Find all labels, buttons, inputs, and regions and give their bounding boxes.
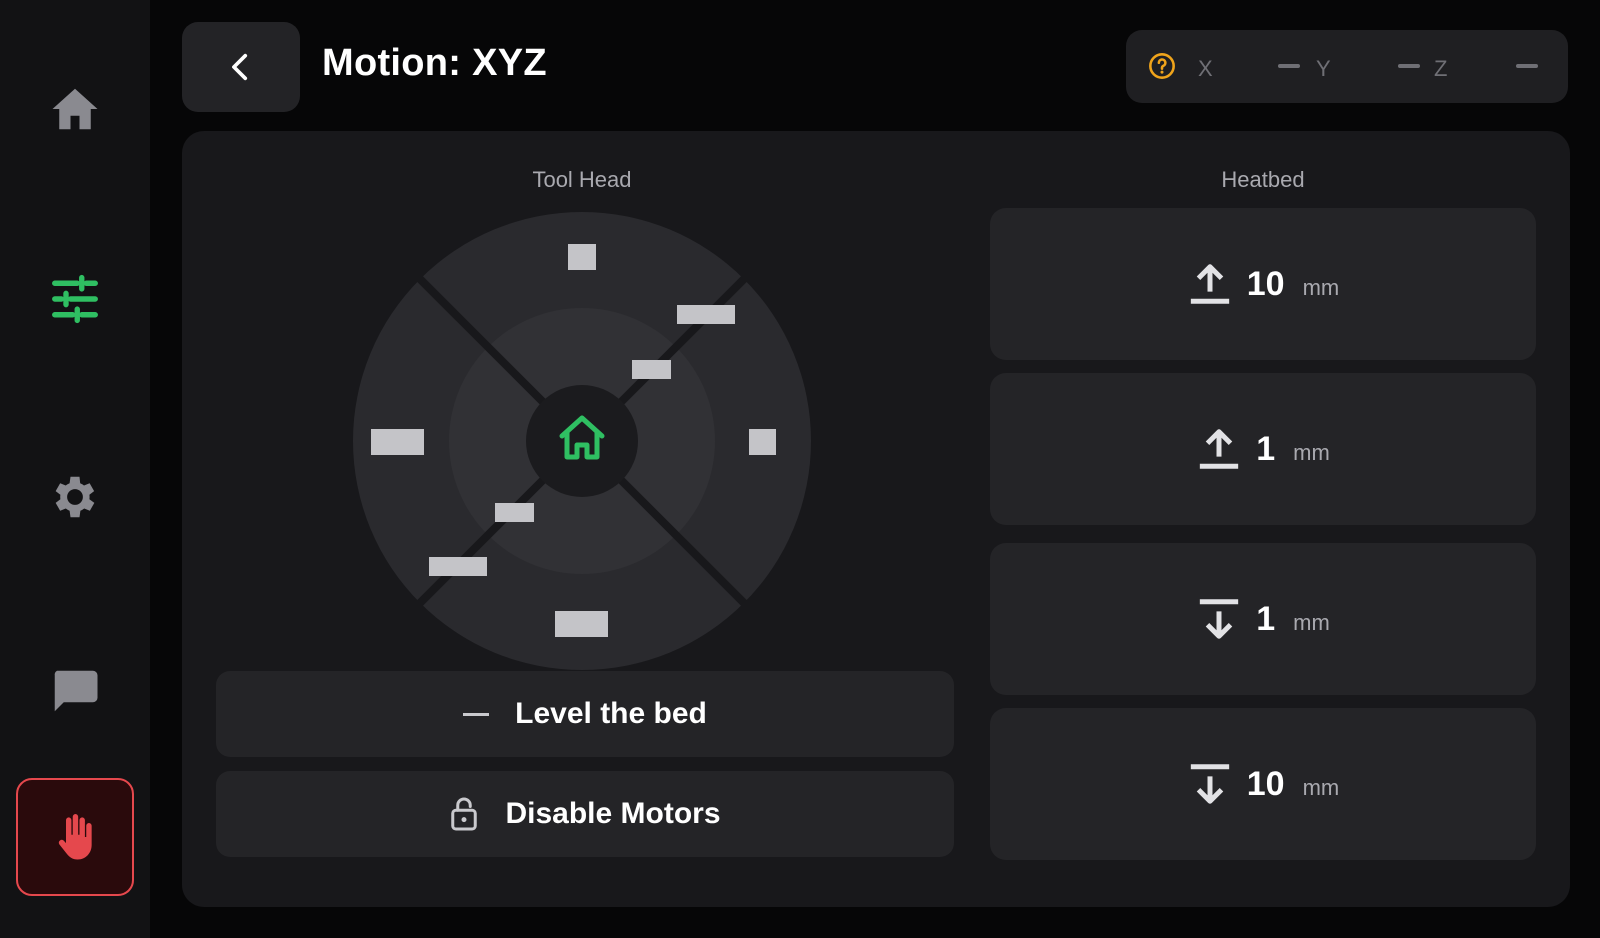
toolhead-dpad — [353, 212, 811, 670]
x-value-placeholder — [1278, 64, 1300, 68]
gear-icon — [55, 476, 95, 518]
sidebar — [0, 0, 150, 938]
chevron-left-icon — [232, 53, 248, 81]
bed-step-value: 10 — [1246, 264, 1285, 303]
emergency-stop-button[interactable] — [16, 778, 134, 896]
bed-step-unit: mm — [1293, 440, 1330, 465]
level-bed-button[interactable]: Level the bed — [216, 671, 954, 757]
bed-step-value: 1 — [1256, 429, 1276, 468]
arrow-down-from-line-icon — [1190, 764, 1229, 804]
z-axis-label: Z — [1434, 56, 1448, 81]
sidebar-item-settings[interactable] — [16, 438, 134, 556]
bed-down-10-button[interactable]: 10 mm — [990, 708, 1536, 860]
arrow-down-from-line-icon — [1200, 599, 1239, 639]
y-axis-label: Y — [1316, 56, 1331, 81]
move-y-plus-large-button[interactable] — [568, 244, 596, 270]
move-x-minus-large-button[interactable] — [371, 429, 424, 455]
bed-down-1-button[interactable]: 1 mm — [990, 543, 1536, 695]
move-y-minus-large-button[interactable] — [555, 611, 608, 637]
bed-step-unit: mm — [1302, 775, 1340, 800]
arrow-up-to-line-icon — [1200, 429, 1239, 469]
sidebar-item-home[interactable] — [16, 50, 134, 168]
bed-step-value: 10 — [1246, 764, 1285, 803]
move-large-button[interactable] — [429, 557, 487, 576]
sliders-icon — [52, 274, 98, 324]
position-status[interactable]: X Y Z — [1126, 30, 1568, 103]
bed-up-10-button[interactable]: 10 mm — [990, 208, 1536, 360]
bed-step-unit: mm — [1302, 275, 1340, 300]
bed-step-unit: mm — [1293, 610, 1330, 635]
arrow-up-to-line-icon — [1190, 264, 1229, 304]
disable-motors-button[interactable]: Disable Motors — [216, 771, 954, 857]
chat-icon — [54, 670, 98, 712]
move-diagonal-large-button[interactable] — [677, 305, 735, 324]
level-bed-label: Level the bed — [515, 697, 707, 730]
page-title: Motion: XYZ — [322, 42, 547, 84]
home-icon — [52, 88, 98, 130]
heatbed-label: Heatbed — [1221, 167, 1305, 192]
hand-stop-icon — [58, 814, 92, 860]
disable-motors-label: Disable Motors — [505, 797, 721, 830]
sidebar-item-console[interactable] — [16, 632, 134, 750]
level-bed-icon — [463, 712, 490, 716]
y-value-placeholder — [1398, 64, 1420, 68]
move-diagonal-small-button[interactable] — [632, 360, 671, 379]
move-x-plus-large-button[interactable] — [749, 429, 776, 455]
x-axis-label: X — [1198, 56, 1213, 81]
back-button[interactable] — [182, 22, 300, 112]
bed-up-1-button[interactable]: 1 mm — [990, 373, 1536, 525]
motion-panel: Tool Head Heatbed Level the bed Disable … — [182, 131, 1570, 907]
toolhead-label: Tool Head — [532, 167, 632, 192]
bed-step-value: 1 — [1256, 599, 1276, 638]
question-circle-icon[interactable] — [1148, 52, 1176, 80]
home-all-button[interactable] — [526, 385, 638, 497]
main-area: Motion: XYZ X Y Z Tool Head Heatbed Leve… — [150, 0, 1600, 938]
move-small-button[interactable] — [495, 503, 534, 522]
unlock-icon — [451, 797, 478, 831]
z-value-placeholder — [1516, 64, 1538, 68]
sidebar-item-controls[interactable] — [16, 240, 134, 358]
